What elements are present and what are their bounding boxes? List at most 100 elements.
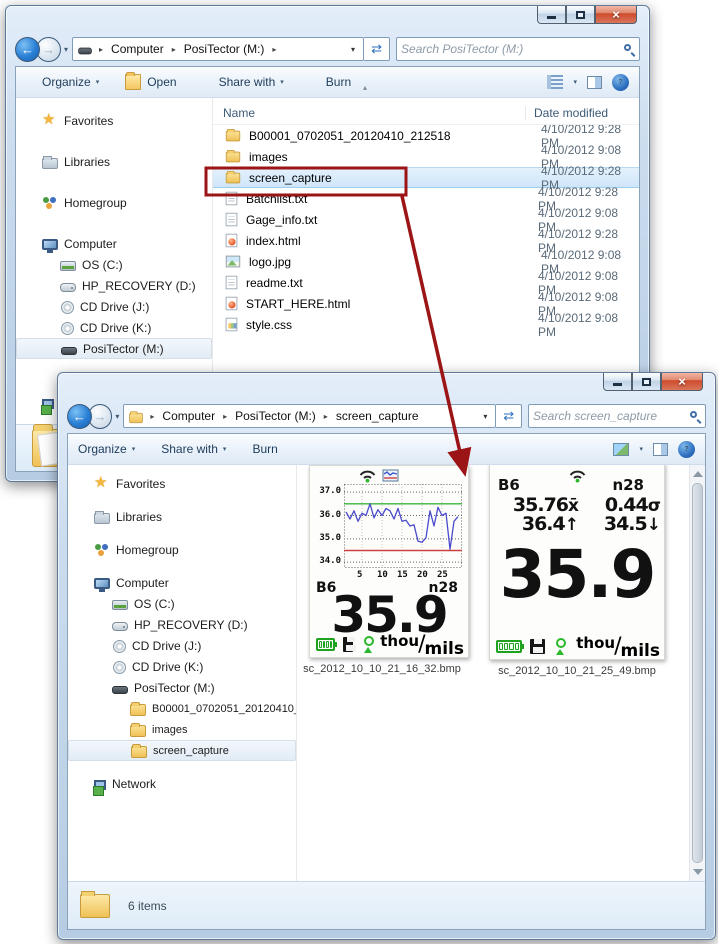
sidebar-item[interactable]: B00001_0702051_20120410_212518 <box>68 698 296 719</box>
folder-icon <box>226 151 240 162</box>
toolbar-button[interactable]: Organize▾ <box>78 442 135 456</box>
sidebar-item[interactable]: CD Drive (J:) <box>68 635 296 656</box>
y-tick-label: 36.0 <box>312 510 341 520</box>
back-button[interactable]: ← <box>15 37 40 62</box>
sidebar-item[interactable]: OS (C:) <box>16 254 212 275</box>
search-input[interactable] <box>533 409 690 423</box>
battery-icon <box>316 638 335 651</box>
navigation-pane: Favorites Libraries Homegroup ComputerOS (C… <box>68 465 297 881</box>
forward-icon: → <box>42 42 55 57</box>
sidebar-item[interactable]: HP_RECOVERY (D:) <box>68 614 296 635</box>
toolbar-icon-button[interactable] <box>613 443 629 456</box>
column-header-name[interactable]: Name▴ <box>213 106 525 120</box>
back-button[interactable]: ← <box>67 404 92 429</box>
homegroup-icon <box>42 195 58 211</box>
sidebar-item[interactable]: Libraries <box>16 151 212 172</box>
scrollbar-thumb[interactable] <box>692 483 703 863</box>
units-label: thou / mils <box>576 634 660 659</box>
back-icon: ← <box>21 42 34 57</box>
computer-icon <box>94 578 110 589</box>
thumbnail-sc-graph[interactable]: 37.036.035.034.0 510152025 B6 n28 35.9 <box>309 465 469 658</box>
scroll-down-icon[interactable] <box>693 869 703 875</box>
toolbar-icon-button[interactable] <box>653 443 668 456</box>
column-header-date[interactable]: Date modified <box>525 106 639 120</box>
history-dropdown-icon[interactable]: ▾ <box>115 412 119 421</box>
folder-icon <box>80 894 110 918</box>
batch-label: B6 <box>498 476 520 494</box>
status-bar: 6 items <box>68 881 705 929</box>
help-icon: ? <box>678 441 695 458</box>
crumb-separator-icon: ▸ <box>217 412 233 421</box>
min-arrow-icon: ↓ <box>647 515 660 535</box>
search-box[interactable] <box>528 404 706 428</box>
y-tick-label: 35.0 <box>312 533 341 543</box>
y-tick-label: 34.0 <box>312 556 341 566</box>
toolbar-icon-button[interactable]: ▾ <box>639 445 643 453</box>
toolbar-icon-button[interactable] <box>587 76 602 89</box>
scroll-up-icon[interactable] <box>693 471 703 477</box>
thickness-reading: 35.9 <box>490 542 664 608</box>
reading-count-label: n28 <box>612 476 644 494</box>
table-row[interactable]: style.css4/10/2012 9:08 PM <box>213 314 639 335</box>
toolbar-icon-button[interactable] <box>547 75 563 89</box>
sidebar-item[interactable]: CD Drive (J:) <box>16 296 212 317</box>
address-dropdown-icon[interactable]: ▾ <box>479 412 491 421</box>
search-icon <box>690 411 697 418</box>
sidebar-item[interactable]: Homegroup <box>68 539 296 560</box>
toolbar-button[interactable]: Burn <box>310 74 351 90</box>
breadcrumb-segment[interactable]: PosiTector (M:) <box>233 408 318 424</box>
toolbar-button[interactable]: Share with▾ <box>203 74 284 90</box>
address-bar[interactable]: ▸ Computer▸PosiTector (M:)▸ ▾ <box>72 37 364 61</box>
sidebar-item[interactable]: Network <box>68 773 296 794</box>
close-button[interactable]: × <box>661 373 703 391</box>
address-bar[interactable]: ▸ Computer▸PosiTector (M:)▸screen_captur… <box>123 404 496 428</box>
sidebar-item[interactable]: Computer <box>16 233 212 254</box>
sidebar-item[interactable]: CD Drive (K:) <box>16 317 212 338</box>
sidebar-item[interactable]: Favorites <box>68 473 296 494</box>
sidebar-item[interactable]: Homegroup <box>16 192 212 213</box>
sidebar-item[interactable]: Computer <box>68 572 296 593</box>
minimize-button[interactable] <box>603 373 632 391</box>
search-input[interactable] <box>401 42 624 56</box>
maximize-button[interactable] <box>566 6 595 24</box>
refresh-button[interactable]: ⇄ <box>496 404 522 428</box>
toolbar-icon-button[interactable]: ? <box>678 441 695 458</box>
toolbar-button[interactable]: Organize▾ <box>26 74 99 90</box>
sidebar-item[interactable]: OS (C:) <box>68 593 296 614</box>
minimize-button[interactable] <box>537 6 566 24</box>
sidebar-item[interactable]: CD Drive (K:) <box>68 656 296 677</box>
thumbnail-sc-stats[interactable]: B6 n28 35.76x̄ 0.44σ 36.4↑ 34.5↓ 35.9 <box>489 465 665 660</box>
address-dropdown-icon[interactable]: ▾ <box>347 45 359 54</box>
toolbar-button[interactable]: Open <box>125 74 176 90</box>
folder-icon <box>130 704 146 716</box>
breadcrumb: Computer▸PosiTector (M:)▸screen_capture▸ <box>160 408 420 424</box>
units-label: thou / mils <box>380 632 464 657</box>
breadcrumb-segment[interactable]: Computer <box>109 41 166 57</box>
breadcrumb-segment[interactable]: PosiTector (M:) <box>182 41 267 57</box>
history-dropdown-icon[interactable]: ▾ <box>64 45 68 54</box>
close-button[interactable]: × <box>595 6 637 24</box>
sidebar-item[interactable]: screen_capture <box>68 740 296 761</box>
maximize-button[interactable] <box>632 373 661 391</box>
toolbar-button[interactable]: Burn <box>252 442 277 456</box>
sidebar-item[interactable]: Libraries <box>68 506 296 527</box>
sidebar-item[interactable]: Favorites <box>16 110 212 131</box>
sidebar-item[interactable]: HP_RECOVERY (D:) <box>16 275 212 296</box>
sidebar-item[interactable]: PosiTector (M:) <box>16 338 212 359</box>
vertical-scrollbar[interactable] <box>689 465 705 881</box>
file-name-caption[interactable]: sc_2012_10_10_21_16_32.bmp <box>297 663 467 675</box>
sidebar-item[interactable]: images <box>68 719 296 740</box>
sidebar-item[interactable]: PosiTector (M:) <box>68 677 296 698</box>
refresh-button[interactable]: ⇄ <box>364 37 390 61</box>
file-name-caption[interactable]: sc_2012_10_10_21_25_49.bmp <box>477 665 677 677</box>
toolbar-button[interactable]: Share with▾ <box>161 442 226 456</box>
breadcrumb-segment[interactable]: screen_capture <box>334 408 421 424</box>
toolbar-left: Organize▾ Open Share with▾ Burn <box>26 74 377 90</box>
breadcrumb-segment[interactable]: Computer <box>160 408 217 424</box>
toolbar-icon-button[interactable]: ? <box>612 74 629 91</box>
libraries-icon <box>42 158 58 169</box>
star-icon <box>94 476 110 492</box>
search-box[interactable] <box>396 37 640 61</box>
minimize-icon <box>547 16 556 19</box>
toolbar-icon-button[interactable]: ▾ <box>573 78 577 86</box>
